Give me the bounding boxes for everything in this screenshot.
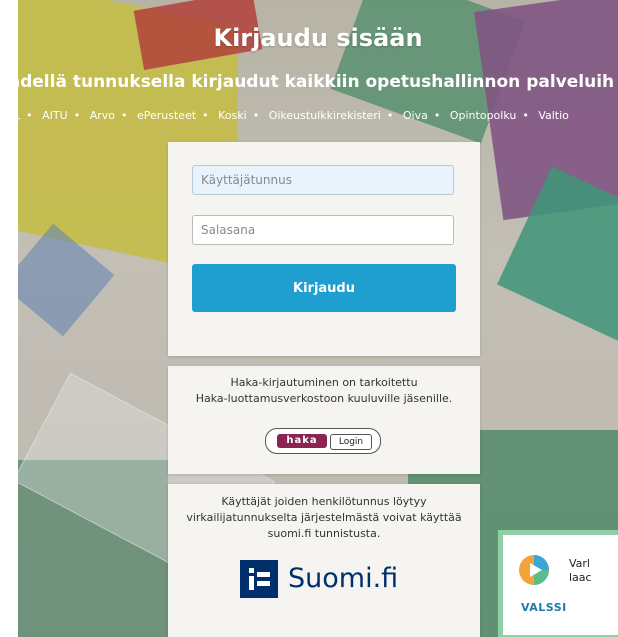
suomi-logo-icon [240,560,278,598]
username-input[interactable] [192,165,454,195]
suomi-panel: Käyttäjät joiden henkilötunnus löytyy vi… [168,484,480,637]
suomi-description: Käyttäjät joiden henkilötunnus löytyy vi… [186,495,462,540]
haka-login-button[interactable]: haka Login [265,428,381,454]
password-input[interactable] [192,215,454,245]
service-item: AITU [42,109,68,122]
valssi-label: VALSSI [521,601,567,614]
suomi-logo-text: Suomi.fi [288,563,399,594]
service-item: Koski [218,109,247,122]
valssi-logo-icon [519,555,549,585]
service-item: Opintopolku [449,109,517,122]
valssi-banner[interactable]: VALSSI Varl laac [498,530,618,637]
service-list: L• AITU• Arvo• ePerusteet• Koski• Oikeus… [18,109,575,122]
haka-description: Haka-kirjautuminen on tarkoitettu Haka-l… [195,376,453,405]
service-item: L [18,109,20,122]
service-item: Arvo [89,109,115,122]
service-item: Oikeustulkkirekisteri [268,109,381,122]
haka-login-label: Login [330,434,372,450]
login-form: Kirjaudu [168,142,480,356]
page-subtitle: hdellä tunnuksella kirjaudut kaikkiin op… [18,72,615,92]
valssi-text: Varl laac [569,557,592,584]
service-item: ePerusteet [136,109,197,122]
service-item: Oiva [402,109,428,122]
page-title: Kirjaudu sisään [213,24,423,52]
haka-panel: Haka-kirjautuminen on tarkoitettu Haka-l… [168,366,480,474]
background-scene: Kirjaudu sisään hdellä tunnuksella kirja… [18,0,618,637]
service-item: Valtio [538,109,569,122]
login-button[interactable]: Kirjaudu [192,264,456,312]
haka-logo: haka [277,434,327,448]
